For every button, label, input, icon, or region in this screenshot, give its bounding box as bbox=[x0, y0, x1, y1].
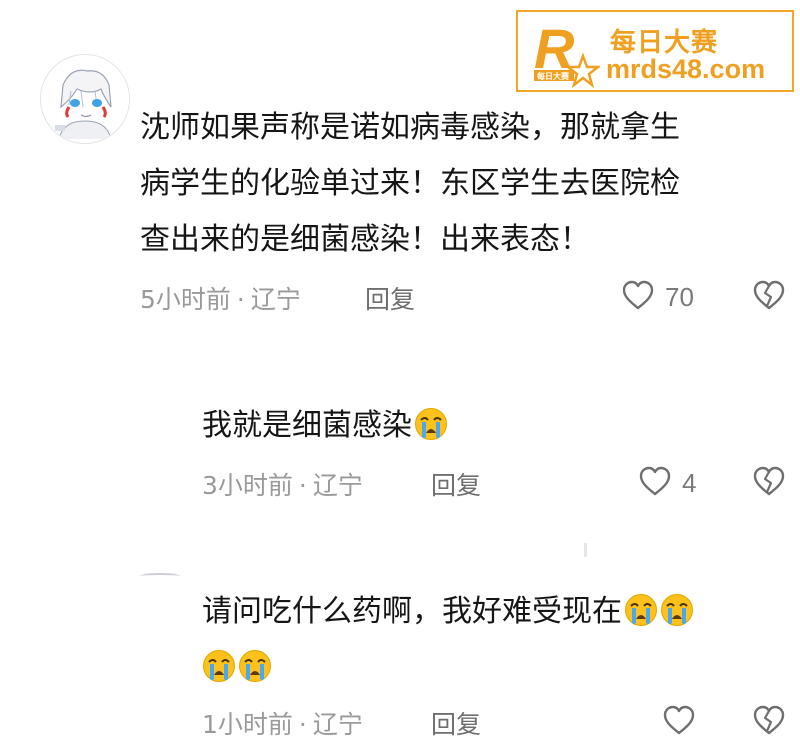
crying-face-emoji bbox=[203, 650, 235, 682]
comment-line: 病学生的化验单过来！东区学生去医院检 bbox=[140, 166, 680, 201]
comment-meta: 1小时前 · 辽宁 bbox=[202, 705, 363, 741]
site-watermark: R 每日大赛 每日大赛 mrds48.com bbox=[516, 10, 794, 92]
reply-button[interactable]: 回复 bbox=[365, 280, 415, 316]
comment-time: 1小时前 bbox=[202, 710, 293, 739]
divider-mark bbox=[584, 543, 587, 557]
meta-separator: · bbox=[236, 285, 245, 314]
heart-outline-icon bbox=[663, 705, 695, 735]
crying-face-emoji bbox=[625, 594, 657, 626]
meta-separator: · bbox=[298, 710, 307, 739]
comment-thread-screenshot: R 每日大赛 每日大赛 mrds48.com 沈师如果声称是诺如病毒感染，那就拿… bbox=[0, 0, 800, 753]
avatar[interactable] bbox=[40, 54, 130, 144]
comment-line: 请问吃什么药啊，我好难受现在 bbox=[202, 594, 622, 629]
anime-avatar-image bbox=[41, 55, 129, 143]
crying-face-emoji bbox=[239, 650, 271, 682]
crying-face-emoji bbox=[415, 408, 447, 440]
comment-line: 查出来的是细菌感染！出来表态！ bbox=[140, 222, 590, 257]
avatar-partial bbox=[140, 573, 180, 579]
reply-comment-text: 请问吃什么药啊，我好难受现在 bbox=[202, 584, 694, 696]
comment-time: 5小时前 bbox=[140, 285, 231, 314]
dislike-button[interactable] bbox=[752, 279, 786, 311]
reply-button[interactable]: 回复 bbox=[431, 705, 481, 741]
like-count: 4 bbox=[682, 468, 697, 498]
comment-meta: 5小时前 · 辽宁 bbox=[140, 280, 301, 316]
comment-line: 沈师如果声称是诺如病毒感染，那就拿生 bbox=[140, 110, 680, 145]
heart-outline-icon bbox=[622, 280, 654, 310]
reply-button[interactable]: 回复 bbox=[431, 466, 481, 502]
like-count: 70 bbox=[665, 282, 694, 312]
comment-location: 辽宁 bbox=[312, 471, 363, 500]
comment-location: 辽宁 bbox=[312, 710, 363, 739]
dislike-button[interactable] bbox=[752, 465, 786, 497]
like-button[interactable] bbox=[638, 465, 672, 497]
comment-time: 3小时前 bbox=[202, 471, 293, 500]
comment-line: 我就是细菌感染 bbox=[202, 408, 412, 443]
like-button[interactable] bbox=[662, 704, 696, 736]
crying-face-emoji bbox=[661, 594, 693, 626]
watermark-url: mrds48.com bbox=[606, 54, 766, 84]
broken-heart-icon bbox=[753, 280, 785, 310]
like-button[interactable] bbox=[621, 279, 655, 311]
dislike-button[interactable] bbox=[752, 704, 786, 736]
comment-meta: 3小时前 · 辽宁 bbox=[202, 466, 363, 502]
broken-heart-icon bbox=[753, 705, 785, 735]
broken-heart-icon bbox=[753, 466, 785, 496]
heart-outline-icon bbox=[639, 466, 671, 496]
reply-comment-text: 我就是细菌感染 bbox=[202, 398, 448, 454]
svg-text:每日大赛: 每日大赛 bbox=[537, 71, 570, 81]
meta-separator: · bbox=[298, 471, 307, 500]
comment-location: 辽宁 bbox=[250, 285, 301, 314]
comment-text: 沈师如果声称是诺如病毒感染，那就拿生 病学生的化验单过来！东区学生去医院检 查出… bbox=[140, 100, 680, 268]
site-logo: R 每日大赛 bbox=[534, 17, 600, 89]
